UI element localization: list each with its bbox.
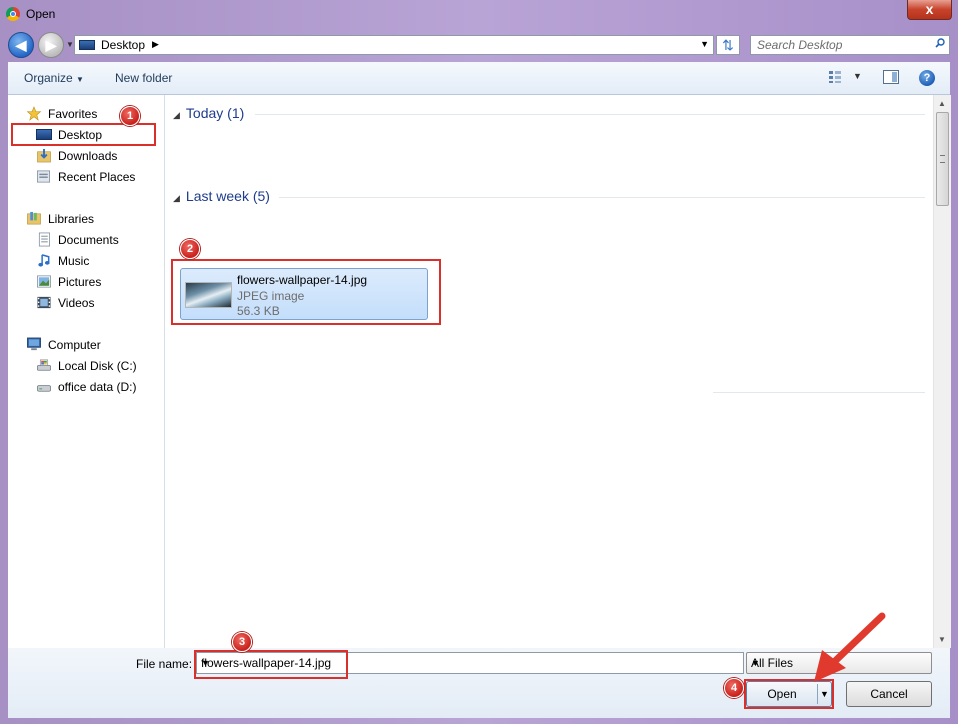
scroll-down-arrow-icon[interactable]: ▼ xyxy=(938,635,946,644)
nav-group-label: Favorites xyxy=(48,107,98,121)
annotation-badge-2: 2 xyxy=(180,239,200,259)
help-icon[interactable]: ? xyxy=(919,70,935,86)
refresh-button[interactable]: ⇅ xyxy=(716,35,740,55)
nav-group-label: Computer xyxy=(48,338,101,352)
vertical-scrollbar[interactable]: ▲ ▼ xyxy=(933,95,951,648)
downloads-icon xyxy=(37,148,51,163)
star-icon xyxy=(26,106,42,121)
sidebar-item-label: Recent Places xyxy=(58,170,136,184)
new-folder-button[interactable]: New folder xyxy=(115,71,172,85)
group-header-last-week[interactable]: ◢ Last week (5) xyxy=(173,188,270,204)
back-arrow-icon: ◀ xyxy=(15,37,27,53)
views-dropdown[interactable]: ▼ xyxy=(853,71,862,87)
organize-button[interactable]: Organize ▼ xyxy=(24,71,84,85)
group-divider xyxy=(279,197,925,198)
breadcrumb-arrow-icon[interactable]: ▶ xyxy=(152,39,159,50)
chevron-down-icon: ▼ xyxy=(76,75,84,84)
scroll-thumb[interactable] xyxy=(936,112,949,206)
search-input[interactable] xyxy=(751,36,933,54)
sidebar-item-label: Pictures xyxy=(58,275,102,289)
sidebar-item-label: Downloads xyxy=(58,149,118,163)
videos-icon xyxy=(37,296,51,309)
sidebar-item-label: Music xyxy=(58,254,90,268)
nav-group-label: Libraries xyxy=(48,212,95,226)
libraries-icon xyxy=(27,211,41,225)
navigation-bar: ◀ ▶ ▼ Desktop ▶ ▼ ⇅ xyxy=(8,30,950,60)
desktop-icon xyxy=(79,40,95,50)
forward-arrow-icon: ▶ xyxy=(45,37,57,53)
forward-button[interactable]: ▶ xyxy=(38,32,64,58)
group-header-today[interactable]: ◢ Today (1) xyxy=(173,105,244,121)
computer-icon xyxy=(27,337,41,351)
documents-icon xyxy=(38,232,50,247)
annotation-badge-1: 1 xyxy=(120,106,140,126)
music-icon xyxy=(38,254,50,267)
sidebar-item-label: Videos xyxy=(58,296,95,310)
search-box[interactable] xyxy=(750,35,950,55)
annotation-box-file xyxy=(171,259,441,325)
drive-icon xyxy=(37,385,51,392)
annotation-box-desktop xyxy=(11,123,156,146)
back-button[interactable]: ◀ xyxy=(8,32,34,58)
change-view-icon[interactable] xyxy=(828,70,842,84)
command-toolbar: Organize ▼ New folder ▼ ? xyxy=(8,62,950,95)
sidebar-item-label: office data (D:) xyxy=(58,380,137,394)
close-button[interactable]: x xyxy=(907,0,952,20)
address-dropdown[interactable]: ▼ xyxy=(700,39,709,49)
search-icon[interactable] xyxy=(935,38,945,48)
navigation-pane: Favorites Desktop Downloads Recent Place… xyxy=(8,95,165,648)
file-list-area[interactable]: ◢ Today (1) ◢ Last week (5) flowers-wallpa… xyxy=(165,95,933,648)
preview-pane-icon[interactable] xyxy=(883,70,899,84)
sidebar-item-label: Documents xyxy=(58,233,119,247)
refresh-icon: ⇅ xyxy=(722,37,734,53)
annotation-badge-3: 3 xyxy=(232,632,252,652)
annotation-arrow-icon xyxy=(814,612,886,682)
pictures-icon xyxy=(37,275,51,288)
open-dialog-window: Open x ◀ ▶ ▼ Desktop ▶ ▼ ⇅ Organize ▼ Ne… xyxy=(0,0,958,724)
recent-locations-dropdown[interactable]: ▼ xyxy=(66,40,74,49)
title-bar: Open x xyxy=(0,0,958,30)
sidebar-item-label: Local Disk (C:) xyxy=(58,359,137,373)
group-divider xyxy=(713,392,925,393)
address-bar[interactable]: Desktop ▶ ▼ xyxy=(74,35,714,55)
file-name-label: File name: xyxy=(136,657,193,671)
group-header-label: Last week (5) xyxy=(185,188,270,204)
scroll-up-arrow-icon[interactable]: ▲ xyxy=(938,99,946,108)
annotation-box-file-name xyxy=(194,650,348,679)
collapse-triangle-icon[interactable]: ◢ xyxy=(173,193,180,203)
annotation-badge-4: 4 xyxy=(724,678,744,698)
organize-label: Organize xyxy=(24,71,73,85)
chrome-icon xyxy=(6,7,20,21)
local-disk-icon xyxy=(37,359,51,371)
recent-places-icon xyxy=(37,170,50,183)
window-title: Open xyxy=(26,7,56,21)
group-divider xyxy=(255,114,925,115)
collapse-triangle-icon[interactable]: ◢ xyxy=(173,110,180,120)
breadcrumb-desktop[interactable]: Desktop xyxy=(101,38,145,52)
group-header-label: Today (1) xyxy=(185,105,245,121)
